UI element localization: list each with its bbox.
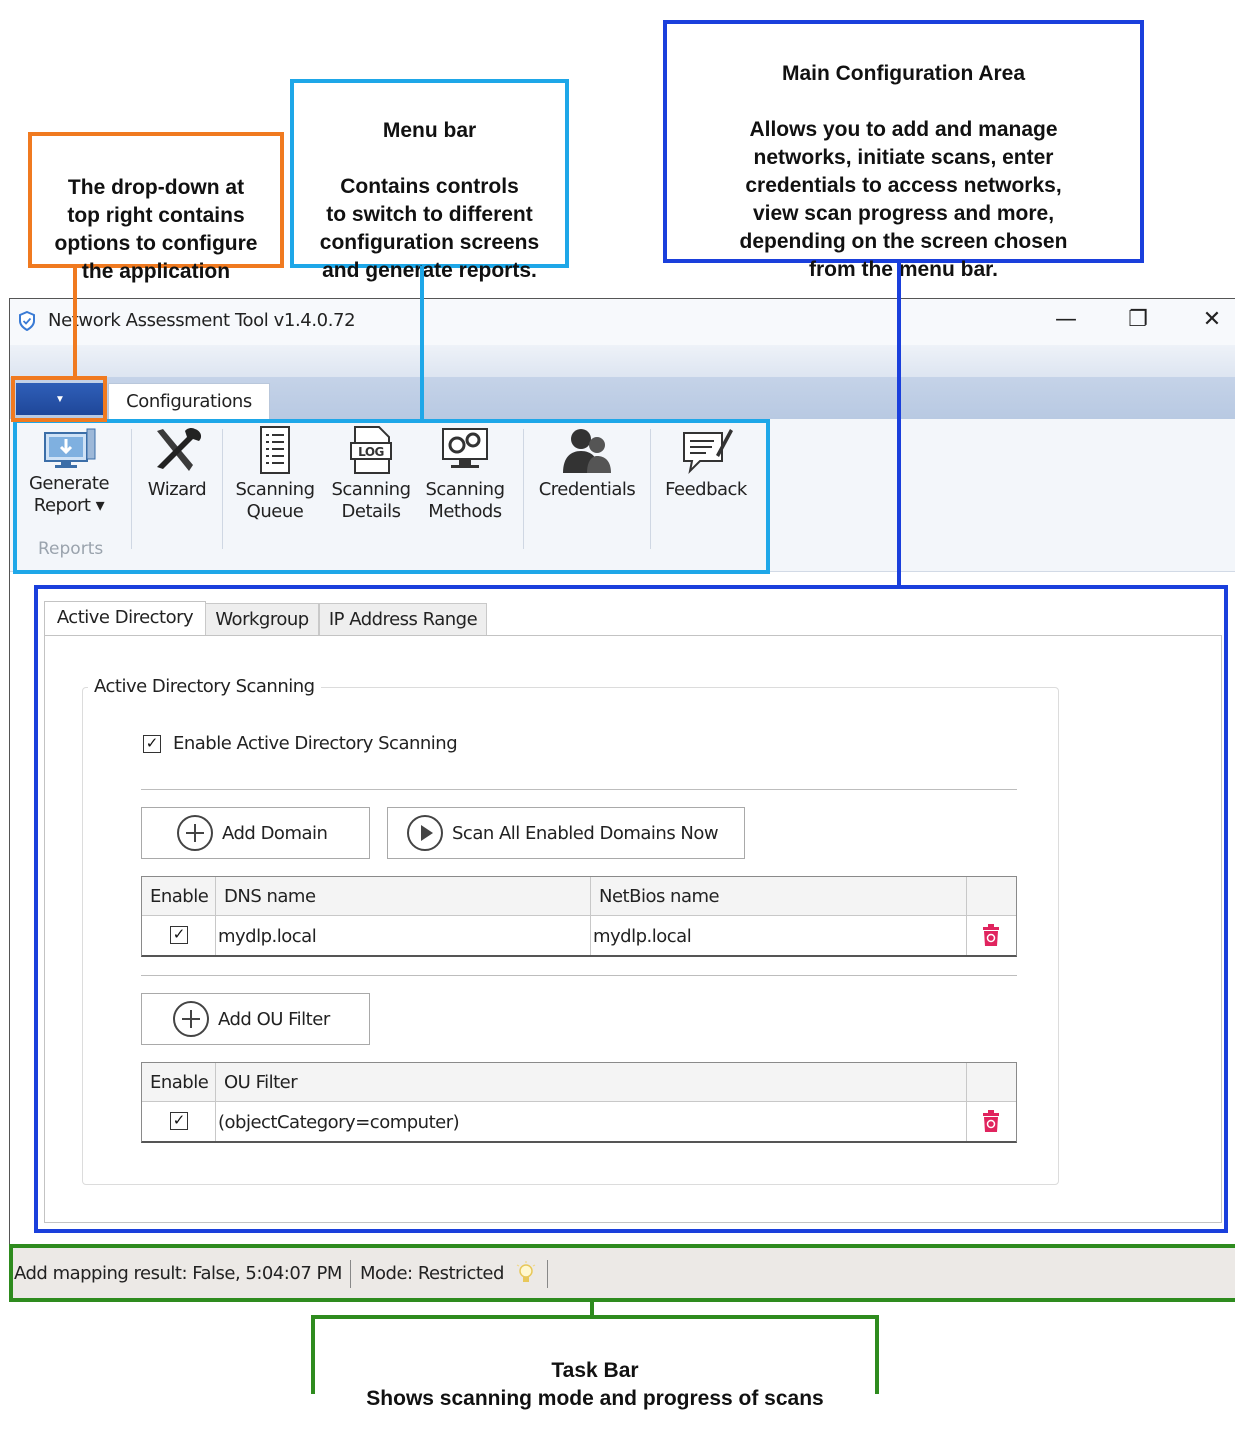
window-title: Network Assessment Tool v1.4.0.72 [48,310,356,331]
tab-configurations[interactable]: Configurations [108,383,270,421]
callout-menubar: Menu bar Contains controls to switch to … [290,79,569,282]
callout-taskbar: Task Bar Shows scanning mode and progres… [311,1315,879,1410]
connector-line [73,266,77,378]
callout-menubar-text: Menu bar Contains controls to switch to … [319,119,540,282]
close-button[interactable]: ✕ [1192,305,1232,337]
title-bar: Network Assessment Tool v1.4.0.72 — ❐ ✕ [10,299,1235,345]
callout-dropdown: The drop-down at top right contains opti… [28,132,284,283]
menubar-highlight-frame [13,419,770,574]
connector-line [420,266,424,421]
callout-main-text: Main Configuration Area Allows you to ad… [739,62,1068,281]
title-band [10,345,1235,377]
connector-line [590,1300,594,1317]
dropdown-highlight-frame [11,376,107,422]
restore-button[interactable]: ❐ [1118,305,1158,337]
callout-main: Main Configuration Area Allows you to ad… [663,20,1144,281]
callout-taskbar-text: Task Bar Shows scanning mode and progres… [366,1359,824,1410]
taskbar-highlight-frame [9,1244,1235,1302]
shield-icon [19,311,35,331]
main-area-highlight-frame [34,585,1228,1233]
callout-dropdown-text: The drop-down at top right contains opti… [54,176,258,283]
minimize-button[interactable]: — [1046,305,1086,337]
connector-line [897,261,901,587]
